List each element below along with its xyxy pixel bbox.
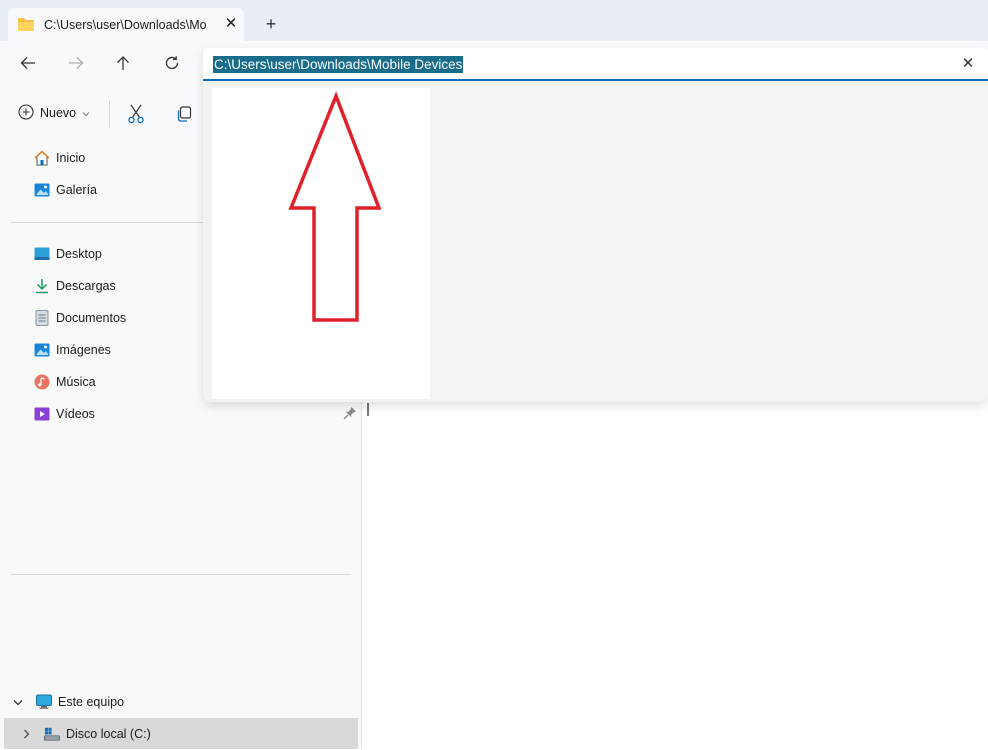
desktop-icon bbox=[34, 246, 50, 262]
chevron-down-icon[interactable] bbox=[12, 699, 24, 706]
sidebar-item-label: Desktop bbox=[56, 247, 102, 261]
computer-icon bbox=[36, 694, 52, 710]
music-icon bbox=[34, 374, 50, 390]
sidebar-item-label: Este equipo bbox=[58, 695, 125, 709]
sidebar-item-label: Vídeos bbox=[56, 407, 95, 421]
sidebar-item-label: Galería bbox=[56, 183, 97, 197]
download-icon bbox=[34, 278, 50, 294]
refresh-icon[interactable] bbox=[159, 50, 185, 76]
sidebar-item-inicio[interactable]: Inicio bbox=[34, 142, 85, 174]
chevron-down-icon bbox=[82, 106, 90, 120]
new-button[interactable]: Nuevo bbox=[12, 100, 96, 126]
sidebar-item-videos[interactable]: Vídeos bbox=[34, 398, 95, 430]
tab-title: C:\Users\user\Downloads\Mo bbox=[44, 18, 207, 32]
back-icon[interactable] bbox=[15, 50, 41, 76]
sidebar-item-documentos[interactable]: Documentos bbox=[34, 302, 126, 334]
sidebar-item-label: Inicio bbox=[56, 151, 86, 165]
forward-icon[interactable] bbox=[63, 50, 89, 76]
tab-close-icon[interactable]: ✕ bbox=[221, 14, 241, 34]
sidebar-item-descargas[interactable]: Descargas bbox=[34, 270, 116, 302]
videos-icon bbox=[34, 406, 50, 422]
address-input[interactable]: C:\Users\user\Downloads\Mobile Devices bbox=[213, 56, 464, 73]
add-circle-icon bbox=[18, 103, 34, 123]
chevron-right-icon[interactable] bbox=[20, 729, 32, 739]
drive-icon bbox=[44, 726, 60, 742]
home-icon bbox=[34, 150, 50, 166]
toolbar-divider bbox=[109, 100, 110, 128]
sidebar-item-galeria[interactable]: Galería bbox=[34, 174, 97, 206]
resize-handle[interactable] bbox=[367, 403, 369, 416]
sidebar-item-label: Música bbox=[56, 375, 96, 389]
sidebar-item-musica[interactable]: Música bbox=[34, 366, 96, 398]
sidebar-item-este-equipo[interactable]: Este equipo bbox=[12, 686, 124, 718]
sidebar-item-label: Imágenes bbox=[56, 343, 111, 357]
up-icon[interactable] bbox=[110, 50, 136, 76]
annotation-arrow-icon bbox=[288, 91, 382, 322]
cut-icon[interactable] bbox=[123, 101, 149, 127]
sidebar-item-disco-local[interactable]: Disco local (C:) bbox=[20, 718, 151, 750]
sidebar-item-label: Documentos bbox=[56, 311, 127, 325]
tab-downloads[interactable]: C:\Users\user\Downloads\Mo ✕ bbox=[8, 8, 244, 41]
sidebar-item-imagenes[interactable]: Imágenes bbox=[34, 334, 111, 366]
documents-icon bbox=[34, 310, 50, 326]
sidebar-item-label: Disco local (C:) bbox=[66, 727, 151, 741]
copy-icon[interactable] bbox=[171, 101, 197, 127]
folder-icon bbox=[18, 18, 34, 31]
pictures-icon bbox=[34, 342, 50, 358]
sidebar-divider bbox=[11, 574, 351, 575]
sidebar-item-desktop[interactable]: Desktop bbox=[34, 238, 102, 270]
sidebar-item-label: Descargas bbox=[56, 279, 116, 293]
pin-icon[interactable] bbox=[343, 406, 357, 420]
gallery-icon bbox=[34, 182, 50, 198]
new-tab-icon[interactable]: + bbox=[261, 14, 281, 34]
clear-icon[interactable]: ✕ bbox=[959, 55, 977, 73]
new-button-label: Nuevo bbox=[40, 106, 77, 120]
